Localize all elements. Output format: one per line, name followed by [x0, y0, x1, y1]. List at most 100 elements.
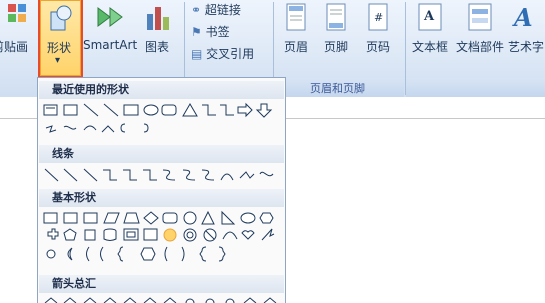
parallelogram-icon	[103, 212, 120, 224]
quickparts-button[interactable]: 文档部件	[455, 0, 505, 76]
clipart-button[interactable]: 剪贴画	[0, 0, 36, 76]
curved-double-arrow-icon	[201, 169, 215, 181]
crossref-button[interactable]: ▤ 交叉引用	[191, 45, 254, 62]
folded-corner-icon	[143, 228, 158, 241]
quickparts-label: 文档部件	[456, 40, 505, 54]
page-margin-line	[0, 118, 37, 119]
rounded-rect-icon	[162, 212, 178, 224]
textbox-button[interactable]: A 文本框	[410, 0, 452, 76]
up-down-arrow-icon	[143, 297, 157, 303]
pagenum-button[interactable]: # 页码	[362, 0, 394, 76]
wordart-button[interactable]: A 艺术字	[508, 0, 545, 76]
lightning-bolt-icon	[261, 228, 275, 241]
right-bracket-shape-icon	[181, 246, 185, 262]
oval-icon	[240, 212, 256, 224]
page-margin-line	[285, 118, 545, 119]
rectangle-icon	[83, 212, 98, 224]
smiley-face-icon-selected	[163, 228, 177, 242]
hyperlink-button[interactable]: ⚭ 超链接	[191, 1, 241, 18]
textbox-icon	[43, 212, 58, 224]
shapes-gallery: 最近使用的形状 线条 基本形状 箭头总汇	[37, 77, 286, 303]
left-brace-icon	[199, 246, 207, 262]
curved-arrow-connector-icon	[182, 169, 196, 181]
right-triangle-icon	[221, 210, 236, 225]
lines-grid	[44, 168, 274, 182]
heart-icon	[241, 230, 255, 240]
moon-icon	[67, 247, 73, 261]
footer-button[interactable]: 页脚	[320, 0, 352, 76]
can-icon	[103, 231, 117, 241]
recent-shapes-grid	[43, 102, 273, 133]
lines-header: 线条	[39, 145, 284, 163]
hyperlink-icon: ⚭	[191, 3, 202, 17]
smartart-label: SmartArt	[83, 38, 138, 52]
header-button[interactable]: 页眉	[280, 0, 312, 76]
textbox-shape-icon	[43, 104, 58, 116]
smartart-icon	[97, 7, 123, 27]
cube-icon	[84, 229, 96, 241]
curve-shape-icon	[101, 125, 115, 133]
left-bracket-shape-icon	[164, 246, 168, 262]
curved-arrow-icon	[225, 298, 235, 303]
up-arrow-icon	[83, 297, 97, 303]
header-icon	[286, 3, 306, 31]
shapes-button[interactable]: 形状 ▾	[40, 0, 81, 76]
crossref-icon: ▤	[191, 47, 203, 61]
plus-icon	[47, 228, 59, 240]
pagenum-label: 页码	[366, 40, 391, 54]
rectangle-shape-icon	[123, 104, 139, 116]
hexagon-icon	[259, 212, 274, 224]
arrows-header: 箭头总汇	[39, 275, 284, 293]
header-footer-group-label: 页眉和页脚	[310, 82, 365, 95]
oval-shape-icon	[143, 104, 159, 116]
svg-text:A: A	[512, 3, 533, 32]
footer-icon	[326, 3, 346, 31]
shapes-label: 形状	[47, 41, 72, 55]
left-brace-shape-icon	[120, 123, 126, 133]
basic-shapes-grid	[43, 210, 275, 262]
triangle-shape-icon	[182, 103, 198, 117]
wordart-label: 艺术字	[508, 40, 545, 54]
footer-label: 页脚	[324, 40, 349, 54]
plaque-icon	[140, 247, 156, 261]
left-bracket-icon	[86, 246, 90, 262]
crossref-label: 交叉引用	[206, 47, 255, 61]
u-turn-arrow-icon	[205, 298, 215, 303]
block-arc-icon	[222, 231, 238, 240]
elbow-connector-icon	[202, 104, 216, 116]
smartart-button[interactable]: SmartArt	[82, 0, 138, 76]
elbow-arrow-connector-icon	[220, 104, 234, 116]
chart-label: 图表	[145, 40, 170, 54]
trapezoid-icon	[123, 212, 140, 224]
double-bracket-icon	[100, 246, 104, 262]
left-right-arrow-icon	[123, 297, 137, 303]
clipart-label: 剪贴画	[0, 40, 29, 54]
textbox-icon: A	[418, 3, 442, 31]
scribble-shape-icon	[63, 125, 77, 130]
elbow-arrow-connector-icon	[123, 169, 137, 181]
right-arrow-shape-icon	[237, 102, 253, 118]
curve-icon	[220, 173, 234, 181]
line-shape-icon	[83, 103, 99, 117]
right-brace-shape-icon	[143, 123, 149, 133]
arrow-line-icon	[63, 168, 78, 182]
text-group-bar	[406, 78, 545, 97]
down-arrow-icon	[103, 297, 117, 303]
left-arrow-icon	[63, 297, 77, 303]
down-arrow-shape-icon	[255, 103, 273, 118]
bookmark-button[interactable]: ⚑ 书签	[191, 23, 230, 40]
isosceles-triangle-icon	[201, 210, 215, 225]
freeform-icon	[239, 171, 255, 179]
pentagon-icon	[63, 228, 77, 241]
right-brace-icon	[218, 246, 226, 262]
basic-shapes-header: 基本形状	[39, 189, 284, 207]
chart-button[interactable]: 图表	[140, 0, 176, 76]
svg-text:#: #	[374, 11, 383, 24]
quad-arrow-icon	[163, 297, 177, 303]
double-arrow-line-icon	[83, 168, 98, 182]
hyperlink-label: 超链接	[204, 3, 241, 17]
octagon-icon	[183, 211, 197, 225]
elbow-double-arrow-icon	[143, 169, 157, 181]
diamond-icon	[143, 211, 159, 225]
curved-connector-icon	[162, 169, 176, 181]
